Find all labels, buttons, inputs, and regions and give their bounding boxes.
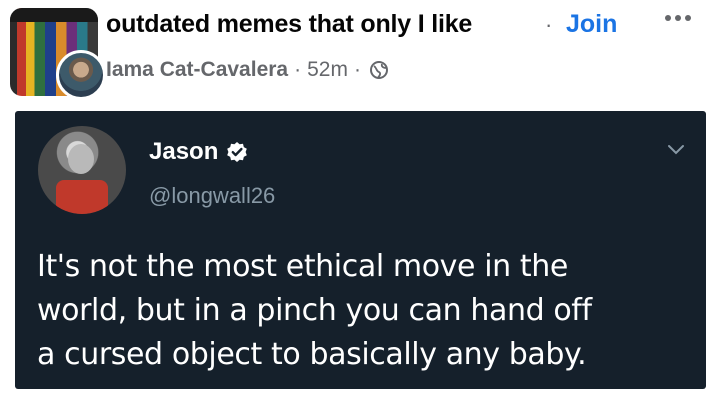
author-avatar[interactable] [56,50,106,100]
more-horizontal-icon[interactable] [660,10,696,30]
tweet-text-line: world, but in a pinch you can hand off [37,293,592,328]
facebook-post: outdated memes that only I like · Join I… [0,0,720,400]
chevron-down-icon[interactable] [667,144,685,156]
tweet-handle[interactable]: @longwall26 [149,183,275,209]
meta-separator-2: · [353,58,361,81]
tweet-avatar-face [68,144,94,174]
tweet-author-name-text: Jason [149,138,219,165]
tweet-avatar-shirt [56,180,108,214]
tweet-card: Jason @longwall26 It's not the most ethi… [15,111,706,389]
tweet-text: It's not the most ethical move in the wo… [37,245,697,377]
meta-separator: · [294,58,302,81]
post-time[interactable]: 52m [307,58,348,82]
globe-icon[interactable] [369,60,389,80]
post-author[interactable]: Iama Cat-Cavalera [106,58,288,82]
verified-badge-icon [227,142,248,162]
tweet-text-line: It's not the most ethical move in the [37,249,568,284]
join-separator: · [545,12,553,37]
post-meta: Iama Cat-Cavalera · 52m · [106,58,389,82]
join-button[interactable]: Join [566,10,617,39]
group-name[interactable]: outdated memes that only I like [106,10,472,39]
group-avatar-shelf [10,8,98,22]
post-header: outdated memes that only I like · Join I… [0,0,720,110]
tweet-text-line: a cursed object to basically any baby. [37,337,587,372]
tweet-avatar[interactable] [38,126,126,214]
tweet-author-name[interactable]: Jason [149,138,248,166]
